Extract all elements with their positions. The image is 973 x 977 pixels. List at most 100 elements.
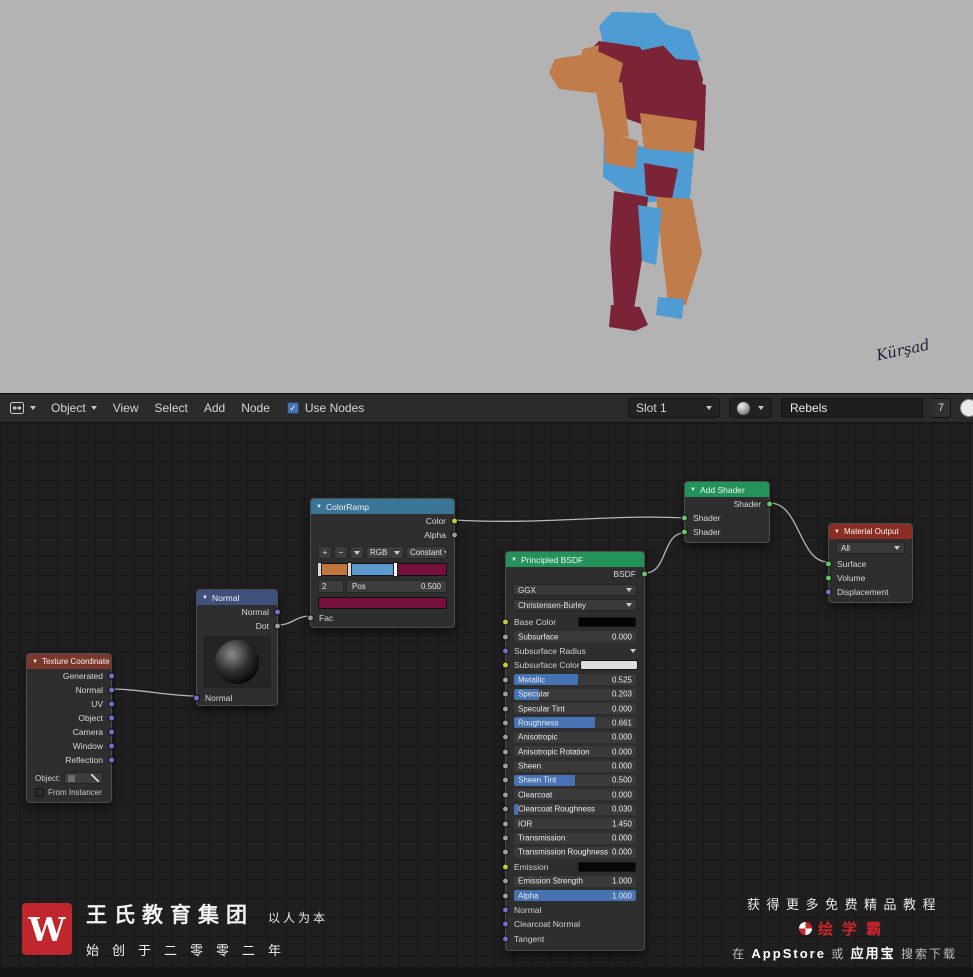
node-colorramp[interactable]: ▼ ColorRamp Color Alpha + − RGB Constant… [307,498,458,628]
input-socket[interactable] [502,776,509,784]
shader-node-editor[interactable]: ▼ Texture Coordinate Generated Normal UV… [0,423,973,977]
color-swatch[interactable] [578,617,636,628]
value-slider[interactable]: Transmission Roughness 0.000 [514,846,636,858]
stop-position-field[interactable]: Pos 0.500 [346,580,447,593]
object-field[interactable] [64,772,103,784]
mode-select[interactable]: Object [48,399,100,417]
input-socket[interactable] [825,574,832,582]
input-socket[interactable] [502,848,509,856]
value-slider[interactable]: Specular Tint 0.000 [514,703,636,715]
ramp-stop-marker[interactable] [393,562,399,577]
input-socket[interactable] [502,863,509,871]
node-header[interactable]: ▼ Normal [197,590,277,605]
menu-item[interactable]: Select [154,401,187,415]
node-add-shader[interactable]: ▼ Add Shader Shader Shader Shader [681,481,773,543]
value-slider[interactable]: Subsurface 0.000 [514,631,636,643]
value-slider[interactable]: Clearcoat Roughness 0.030 [514,803,636,815]
input-socket[interactable] [502,820,509,828]
stop-index-field[interactable]: 2 [318,580,344,593]
node-header[interactable]: ▼ Material Output [829,524,912,539]
color-swatch[interactable] [578,861,636,872]
remove-stop-button[interactable]: − [334,546,348,559]
value-slider[interactable]: IOR 1.450 [514,818,636,830]
input-socket[interactable] [502,661,509,669]
value-slider[interactable]: Emission Strength 1.000 [514,875,636,887]
output-socket[interactable] [108,714,115,722]
editor-type-button[interactable] [6,398,39,418]
input-socket[interactable] [502,690,509,698]
output-socket[interactable] [108,700,115,708]
link-colorramp-addshader[interactable] [454,516,685,522]
link-texcoord-normal[interactable] [111,688,197,697]
normal-direction-widget[interactable] [203,636,271,688]
input-socket[interactable] [825,588,832,596]
checkbox-checked-icon[interactable]: ✓ [286,402,299,414]
menu-item[interactable]: Add [204,401,225,415]
value-slider[interactable]: Sheen Tint 0.500 [514,774,636,786]
node-principled-bsdf[interactable]: ▼ Principled BSDF BSDF GGX Christensen-B… [502,551,648,951]
collapse-icon[interactable]: ▼ [316,504,322,510]
output-socket[interactable] [108,686,115,694]
target-select[interactable]: All [836,542,905,554]
input-socket[interactable] [502,748,509,756]
node-material-output[interactable]: ▼ Material Output All Surface Volume Dis… [825,523,913,603]
add-stop-button[interactable]: + [318,546,332,559]
output-socket[interactable] [108,742,115,750]
collapsed-vector-input[interactable]: Subsurface Radius [514,646,636,656]
output-socket[interactable] [108,672,115,680]
node-header[interactable]: ▼ ColorRamp [311,499,454,514]
header-edge-button[interactable] [960,399,973,417]
value-slider[interactable]: Alpha 1.000 [514,890,636,902]
color-swatch[interactable] [579,660,638,671]
input-socket[interactable] [502,920,509,928]
eyedropper-icon[interactable] [91,774,99,782]
collapse-icon[interactable]: ▼ [202,595,208,601]
input-socket[interactable] [825,560,832,568]
value-slider[interactable]: Transmission 0.000 [514,832,636,844]
interpolation-select[interactable]: Constant [406,546,447,559]
viewport-3d[interactable]: Kürşad [0,0,973,393]
output-socket[interactable] [641,570,648,578]
input-socket[interactable] [502,618,509,626]
from-instancer-checkbox[interactable] [35,787,44,797]
value-slider[interactable]: Specular 0.203 [514,688,636,700]
distribution-select[interactable]: GGX [513,584,637,596]
output-socket[interactable] [108,756,115,764]
link-principled-addshader[interactable] [644,532,685,574]
node-texture-coordinate[interactable]: ▼ Texture Coordinate Generated Normal UV… [26,653,115,803]
input-socket[interactable] [502,906,509,914]
ramp-stop-marker[interactable] [347,562,353,577]
normal-sphere[interactable] [215,640,259,684]
input-socket[interactable] [502,877,509,885]
collapse-icon[interactable]: ▼ [690,487,696,493]
link-addshader-output[interactable] [769,502,829,563]
output-socket[interactable] [108,728,115,736]
output-socket[interactable] [451,517,458,525]
node-header[interactable]: ▼ Add Shader [685,482,769,497]
ramp-menu-button[interactable] [350,546,364,559]
output-socket[interactable] [451,531,458,539]
material-browse-button[interactable] [729,398,772,418]
output-socket[interactable] [274,622,281,630]
node-normal[interactable]: ▼ Normal Normal Dot Normal [193,589,281,706]
input-socket[interactable] [681,528,688,536]
collapse-icon[interactable]: ▼ [834,529,840,535]
collapse-icon[interactable]: ▼ [511,557,517,563]
colorramp-gradient[interactable] [317,562,447,577]
input-socket[interactable] [307,614,314,622]
output-socket[interactable] [766,500,773,508]
ramp-stop-marker[interactable] [317,562,322,577]
value-slider[interactable]: Clearcoat 0.000 [514,789,636,801]
value-slider[interactable]: Anisotropic 0.000 [514,731,636,743]
output-socket[interactable] [274,608,281,616]
input-socket[interactable] [502,892,509,900]
node-header[interactable]: ▼ Texture Coordinate [27,654,111,669]
input-socket[interactable] [502,719,509,727]
input-socket[interactable] [502,705,509,713]
input-socket[interactable] [193,694,200,702]
link-normal-colorramp[interactable] [277,615,311,626]
color-mode-select[interactable]: RGB [366,546,404,559]
collapse-icon[interactable]: ▼ [32,659,38,665]
menu-item[interactable]: View [113,401,139,415]
value-slider[interactable]: Roughness 0.661 [514,717,636,729]
